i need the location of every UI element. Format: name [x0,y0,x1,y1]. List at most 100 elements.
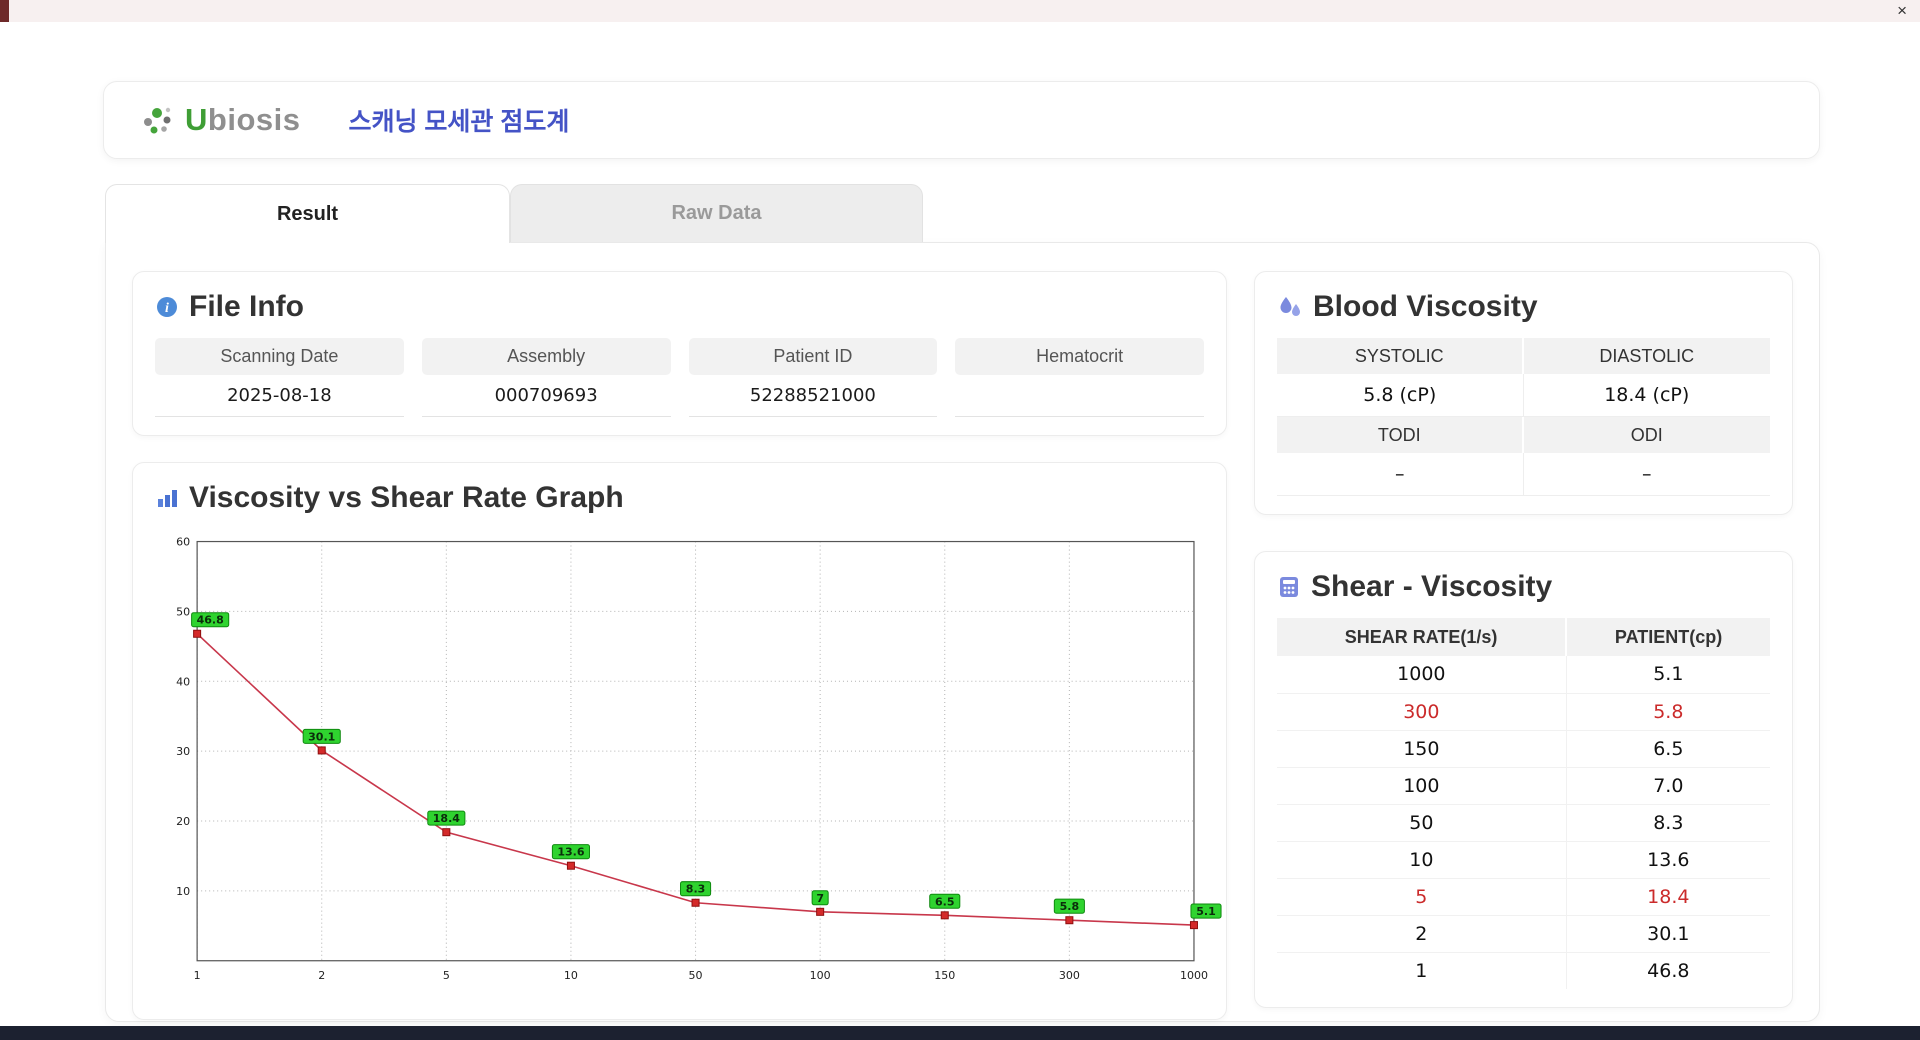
app-window: Ubiosis 스캐닝 모세관 점도계 Result Raw Data i Fi… [0,22,1920,1026]
svg-text:60: 60 [176,536,190,549]
table-row: 1013.6 [1277,841,1770,878]
svg-text:30.1: 30.1 [308,730,335,743]
svg-text:i: i [165,301,169,316]
table-row: 1007.0 [1277,767,1770,804]
shear-rate-cell: 50 [1277,804,1566,841]
table-header-row: SHEAR RATE(1/s) PATIENT(cp) [1277,618,1770,656]
screen: × Ubiosis 스캐닝 모세관 점도계 Result Raw Data [0,0,1920,1040]
file-info-title-row: i File Info [155,290,1204,324]
tab-result[interactable]: Result [105,184,510,243]
shear-rate-cell: 300 [1277,693,1566,730]
systolic-header: SYSTOLIC [1277,338,1524,374]
shear-viscosity-panel: Shear - Viscosity SHEAR RATE(1/s) PATIEN… [1254,551,1793,1008]
graph-panel: Viscosity vs Shear Rate Graph 10 20 30 40 50… [132,462,1227,1020]
patient-cell: 13.6 [1566,841,1770,878]
table-row: 1506.5 [1277,730,1770,767]
table-row: 146.8 [1277,952,1770,989]
right-column: Blood Viscosity SYSTOLIC DIASTOLIC 5.8 (… [1254,271,1793,993]
file-info-fields: Scanning Date2025-08-18Assembly000709693… [155,338,1204,417]
field-value [955,375,1204,417]
svg-text:40: 40 [176,675,190,688]
field-value: 52288521000 [689,375,938,417]
graph-title: Viscosity vs Shear Rate Graph [189,481,624,515]
svg-text:13.6: 13.6 [557,846,585,859]
svg-text:30: 30 [176,745,190,758]
shear-rate-cell: 1000 [1277,656,1566,693]
patient-column-header: PATIENT(cp) [1566,618,1770,656]
patient-cell: 30.1 [1566,915,1770,952]
blood-viscosity-grid: SYSTOLIC DIASTOLIC 5.8 (cP) 18.4 (cP) TO… [1277,338,1770,496]
svg-text:5: 5 [443,969,450,982]
bar-chart-icon [155,486,179,510]
svg-text:6.5: 6.5 [935,895,955,908]
background-artifact [0,0,9,22]
svg-text:300: 300 [1059,969,1080,982]
file-info-panel: i File Info Scanning Date2025-08-18Assem… [132,271,1227,436]
window-close-button[interactable]: × [1897,1,1907,21]
table-row: 508.3 [1277,804,1770,841]
svg-text:1: 1 [194,969,201,982]
field-label: Assembly [422,338,671,375]
svg-text:100: 100 [810,969,831,982]
tab-raw-data[interactable]: Raw Data [510,184,923,242]
todi-header: TODI [1277,417,1524,453]
svg-text:46.8: 46.8 [197,614,224,627]
patient-cell: 8.3 [1566,804,1770,841]
bottom-bar [0,1026,1920,1040]
result-content: i File Info Scanning Date2025-08-18Assem… [105,242,1820,1022]
tab-bar: Result Raw Data [105,184,1920,242]
table-row: 3005.8 [1277,693,1770,730]
shear-viscosity-title: Shear - Viscosity [1311,570,1552,604]
svg-text:5.8: 5.8 [1060,900,1080,913]
blood-viscosity-panel: Blood Viscosity SYSTOLIC DIASTOLIC 5.8 (… [1254,271,1793,515]
field-value: 000709693 [422,375,671,417]
shear-rate-cell: 10 [1277,841,1566,878]
file-field: Hematocrit [955,338,1204,417]
file-field: Patient ID52288521000 [689,338,938,417]
table-row: 230.1 [1277,915,1770,952]
todi-value: – [1277,453,1524,496]
systolic-value: 5.8 (cP) [1277,374,1524,417]
blood-viscosity-title-row: Blood Viscosity [1277,290,1770,324]
svg-text:8.3: 8.3 [686,883,706,896]
field-value: 2025-08-18 [155,375,404,417]
blood-drop-icon [1277,294,1303,320]
svg-text:2: 2 [318,969,325,982]
patient-cell: 6.5 [1566,730,1770,767]
viscosity-chart: 10203040506046.8130.1218.4513.6108.35071… [155,525,1204,1001]
shear-rate-cell: 150 [1277,730,1566,767]
shear-rate-cell: 2 [1277,915,1566,952]
bv-value-row-1: 5.8 (cP) 18.4 (cP) [1277,374,1770,417]
info-icon: i [155,295,179,319]
shear-rate-cell: 100 [1277,767,1566,804]
svg-text:50: 50 [176,605,190,618]
svg-text:10: 10 [176,885,190,898]
window-titlebar: × [0,0,1920,22]
svg-text:150: 150 [934,969,955,982]
shear-rate-cell: 1 [1277,952,1566,989]
shear-rate-cell: 5 [1277,878,1566,915]
svg-text:1000: 1000 [1180,969,1208,982]
bv-header-row-2: TODI ODI [1277,417,1770,453]
ubiosis-logo: Ubiosis [138,100,300,140]
shear-viscosity-table: SHEAR RATE(1/s) PATIENT(cp) 10005.13005.… [1277,618,1770,989]
patient-cell: 7.0 [1566,767,1770,804]
odi-header: ODI [1524,417,1771,453]
file-info-title: File Info [189,290,304,324]
odi-value: – [1524,453,1771,496]
table-row: 10005.1 [1277,656,1770,693]
graph-title-row: Viscosity vs Shear Rate Graph [155,481,1204,515]
shear-rate-column-header: SHEAR RATE(1/s) [1277,618,1566,656]
svg-text:18.4: 18.4 [433,812,461,825]
left-column: i File Info Scanning Date2025-08-18Assem… [132,271,1227,993]
svg-text:20: 20 [176,815,190,828]
logo-dots-icon [138,100,178,140]
patient-cell: 5.8 [1566,693,1770,730]
field-label: Hematocrit [955,338,1204,375]
bv-header-row-1: SYSTOLIC DIASTOLIC [1277,338,1770,374]
svg-text:50: 50 [689,969,703,982]
patient-cell: 18.4 [1566,878,1770,915]
logo-text: Ubiosis [185,102,300,138]
blood-viscosity-title: Blood Viscosity [1313,290,1538,324]
table-row: 518.4 [1277,878,1770,915]
